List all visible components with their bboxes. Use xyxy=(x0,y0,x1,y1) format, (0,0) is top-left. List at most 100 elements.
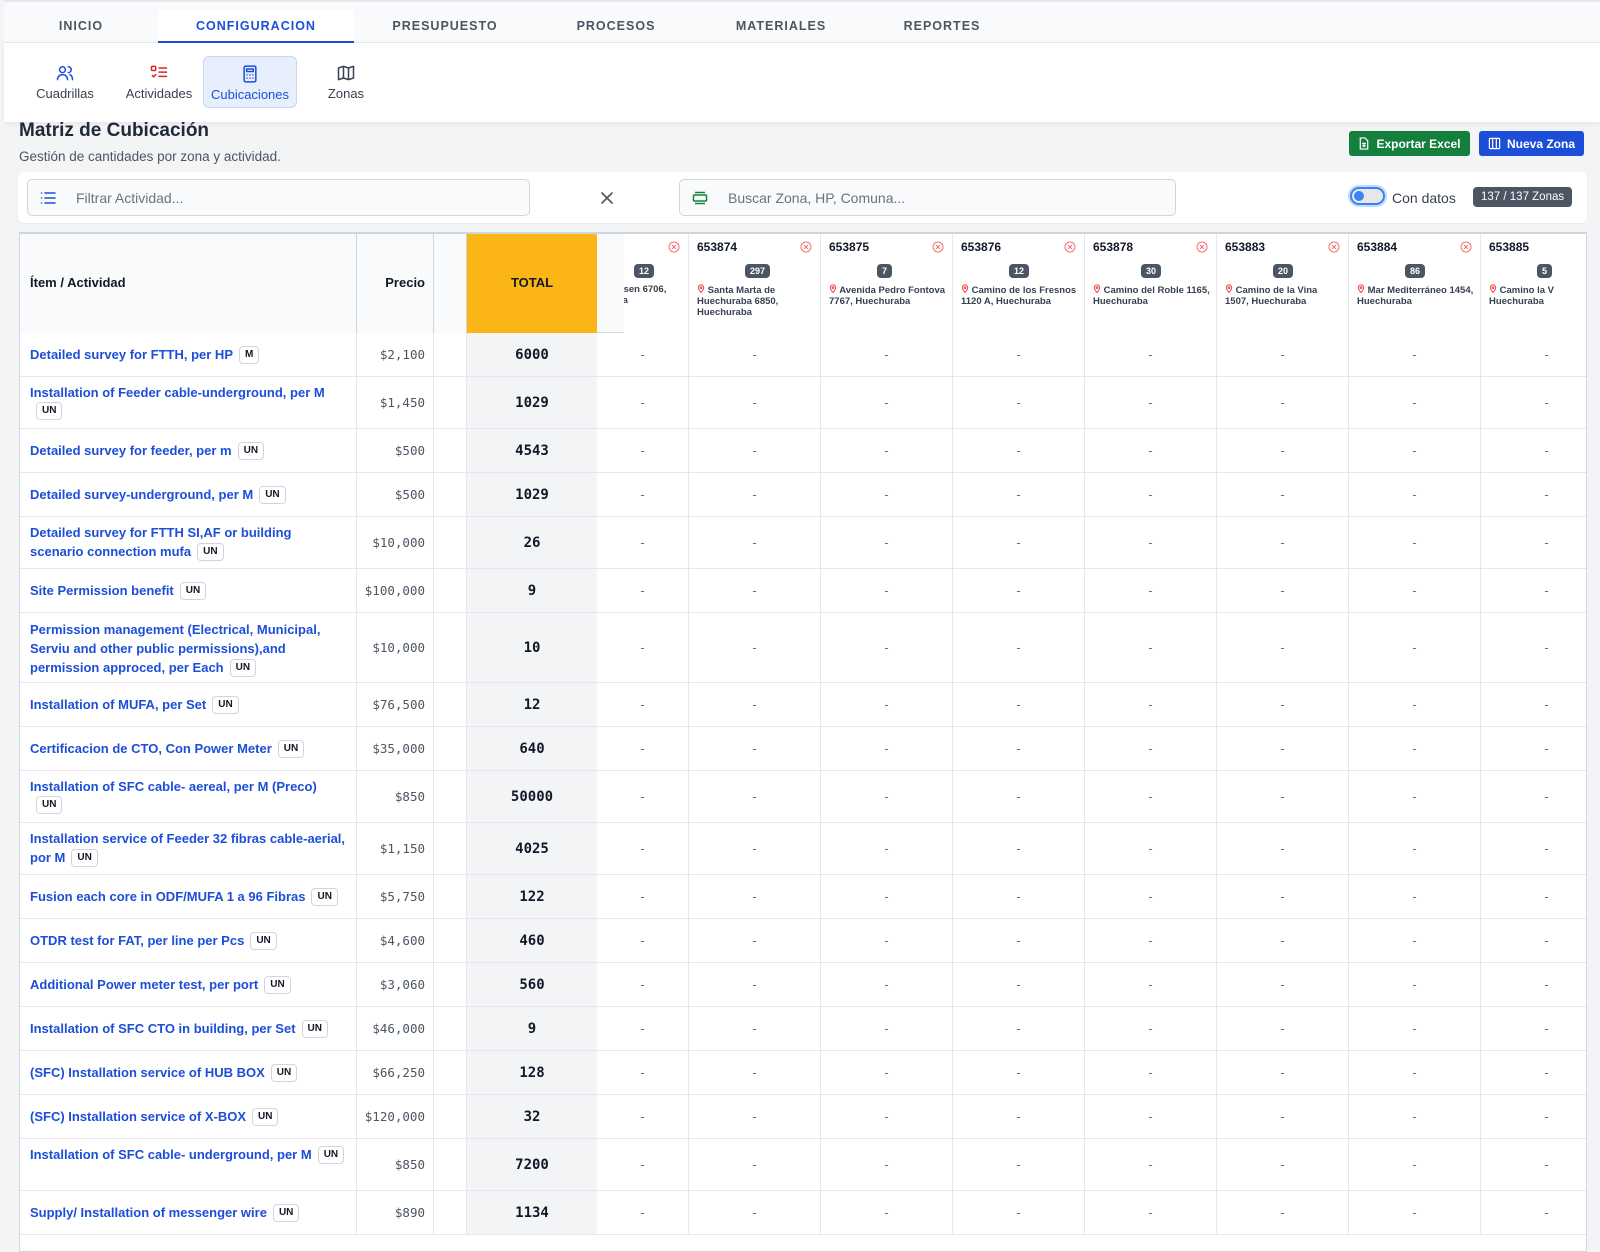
activity-link[interactable]: Permission management (Electrical, Munic… xyxy=(30,622,320,675)
export-excel-button[interactable]: Exportar Excel xyxy=(1349,131,1470,156)
quantity-cell[interactable]: - xyxy=(821,875,953,918)
quantity-cell[interactable]: - xyxy=(821,727,953,770)
quantity-cell[interactable]: - xyxy=(597,919,689,962)
quantity-cell[interactable]: - xyxy=(1085,473,1217,516)
quantity-cell[interactable]: - xyxy=(1085,1095,1217,1138)
quantity-cell[interactable]: - xyxy=(1085,727,1217,770)
quantity-cell[interactable]: - xyxy=(1349,333,1481,376)
quantity-cell[interactable]: - xyxy=(597,1191,689,1234)
quantity-cell[interactable]: - xyxy=(689,1139,821,1190)
quantity-cell[interactable]: - xyxy=(821,473,953,516)
quantity-cell[interactable]: - xyxy=(689,963,821,1006)
quantity-cell[interactable]: - xyxy=(821,1051,953,1094)
quantity-cell[interactable]: - xyxy=(1217,377,1349,428)
activity-filter-input[interactable]: Filtrar Actividad... xyxy=(27,179,530,216)
quantity-cell[interactable]: - xyxy=(1349,875,1481,918)
quantity-cell[interactable]: - xyxy=(689,1007,821,1050)
quantity-cell[interactable]: - xyxy=(1217,963,1349,1006)
quantity-cell[interactable]: - xyxy=(821,613,953,682)
quantity-cell[interactable]: - xyxy=(1085,429,1217,472)
quantity-cell[interactable]: - xyxy=(689,333,821,376)
quantity-cell[interactable]: - xyxy=(953,771,1085,822)
quantity-cell[interactable]: - xyxy=(1085,963,1217,1006)
quantity-cell[interactable]: - xyxy=(1085,569,1217,612)
quantity-cell[interactable]: - xyxy=(821,429,953,472)
quantity-cell[interactable]: - xyxy=(689,875,821,918)
quantity-cell[interactable]: - xyxy=(953,919,1085,962)
quantity-cell[interactable]: - xyxy=(1481,1139,1586,1190)
quantity-cell[interactable]: - xyxy=(1481,1095,1586,1138)
quantity-cell[interactable]: - xyxy=(597,1007,689,1050)
activity-link[interactable]: Detailed survey for feeder, per m xyxy=(30,443,232,458)
activity-link[interactable]: (SFC) Installation service of HUB BOX xyxy=(30,1065,265,1080)
quantity-cell[interactable]: - xyxy=(1481,569,1586,612)
activity-link[interactable]: Installation of Feeder cable-underground… xyxy=(30,385,325,400)
tab-inicio[interactable]: INICIO xyxy=(4,10,158,43)
quantity-cell[interactable]: - xyxy=(1085,1139,1217,1190)
quantity-cell[interactable]: - xyxy=(1217,1007,1349,1050)
quantity-cell[interactable]: - xyxy=(1349,569,1481,612)
quantity-cell[interactable]: - xyxy=(689,613,821,682)
quantity-cell[interactable]: - xyxy=(597,875,689,918)
quantity-cell[interactable]: - xyxy=(953,429,1085,472)
quantity-cell[interactable]: - xyxy=(1481,333,1586,376)
activity-link[interactable]: Detailed survey-underground, per M xyxy=(30,487,253,502)
quantity-cell[interactable]: - xyxy=(1481,823,1586,874)
quantity-cell[interactable]: - xyxy=(953,377,1085,428)
quantity-cell[interactable]: - xyxy=(689,569,821,612)
quantity-cell[interactable]: - xyxy=(821,1007,953,1050)
clear-filter-icon[interactable] xyxy=(600,191,614,205)
subtab-cubicaciones[interactable]: Cubicaciones xyxy=(203,56,297,108)
quantity-cell[interactable]: - xyxy=(1349,683,1481,726)
new-zone-button[interactable]: Nueva Zona xyxy=(1479,131,1584,156)
activity-link[interactable]: Installation of SFC cable- aereal, per M… xyxy=(30,779,317,794)
remove-zone-icon[interactable] xyxy=(932,241,944,253)
tab-materiales[interactable]: MATERIALES xyxy=(696,10,866,43)
tab-configuracion[interactable]: CONFIGURACION xyxy=(158,10,354,43)
quantity-cell[interactable]: - xyxy=(821,1191,953,1234)
quantity-cell[interactable]: - xyxy=(953,473,1085,516)
quantity-cell[interactable]: - xyxy=(597,1139,689,1190)
quantity-cell[interactable]: - xyxy=(1217,569,1349,612)
quantity-cell[interactable]: - xyxy=(1349,919,1481,962)
quantity-cell[interactable]: - xyxy=(689,1191,821,1234)
quantity-cell[interactable]: - xyxy=(821,333,953,376)
quantity-cell[interactable]: - xyxy=(1085,875,1217,918)
quantity-cell[interactable]: - xyxy=(597,333,689,376)
activity-link[interactable]: Installation of SFC cable- underground, … xyxy=(30,1147,312,1162)
quantity-cell[interactable]: - xyxy=(1349,1191,1481,1234)
remove-zone-icon[interactable] xyxy=(800,241,812,253)
quantity-cell[interactable]: - xyxy=(953,727,1085,770)
activity-link[interactable]: Installation of MUFA, per Set xyxy=(30,697,206,712)
zone-search-input[interactable]: Buscar Zona, HP, Comuna... xyxy=(679,179,1176,216)
quantity-cell[interactable]: - xyxy=(953,683,1085,726)
quantity-cell[interactable]: - xyxy=(821,771,953,822)
quantity-cell[interactable]: - xyxy=(1481,1051,1586,1094)
activity-link[interactable]: Detailed survey for FTTH SI,AF or buildi… xyxy=(30,525,291,559)
quantity-cell[interactable]: - xyxy=(1349,517,1481,568)
quantity-cell[interactable]: - xyxy=(1085,333,1217,376)
quantity-cell[interactable]: - xyxy=(1481,613,1586,682)
quantity-cell[interactable]: - xyxy=(821,377,953,428)
quantity-cell[interactable]: - xyxy=(1349,613,1481,682)
quantity-cell[interactable]: - xyxy=(1217,683,1349,726)
quantity-cell[interactable]: - xyxy=(597,1051,689,1094)
quantity-cell[interactable]: - xyxy=(1085,517,1217,568)
quantity-cell[interactable]: - xyxy=(689,727,821,770)
activity-link[interactable]: Detailed survey for FTTH, per HP xyxy=(30,347,233,362)
quantity-cell[interactable]: - xyxy=(1481,963,1586,1006)
quantity-cell[interactable]: - xyxy=(1349,727,1481,770)
quantity-cell[interactable]: - xyxy=(1481,377,1586,428)
quantity-cell[interactable]: - xyxy=(597,429,689,472)
quantity-cell[interactable]: - xyxy=(689,1095,821,1138)
quantity-cell[interactable]: - xyxy=(597,683,689,726)
quantity-cell[interactable]: - xyxy=(1481,473,1586,516)
quantity-cell[interactable]: - xyxy=(597,727,689,770)
quantity-cell[interactable]: - xyxy=(1481,919,1586,962)
quantity-cell[interactable]: - xyxy=(689,1051,821,1094)
quantity-cell[interactable]: - xyxy=(1217,429,1349,472)
quantity-cell[interactable]: - xyxy=(821,1095,953,1138)
quantity-cell[interactable]: - xyxy=(689,683,821,726)
quantity-cell[interactable]: - xyxy=(597,377,689,428)
quantity-cell[interactable]: - xyxy=(953,1051,1085,1094)
